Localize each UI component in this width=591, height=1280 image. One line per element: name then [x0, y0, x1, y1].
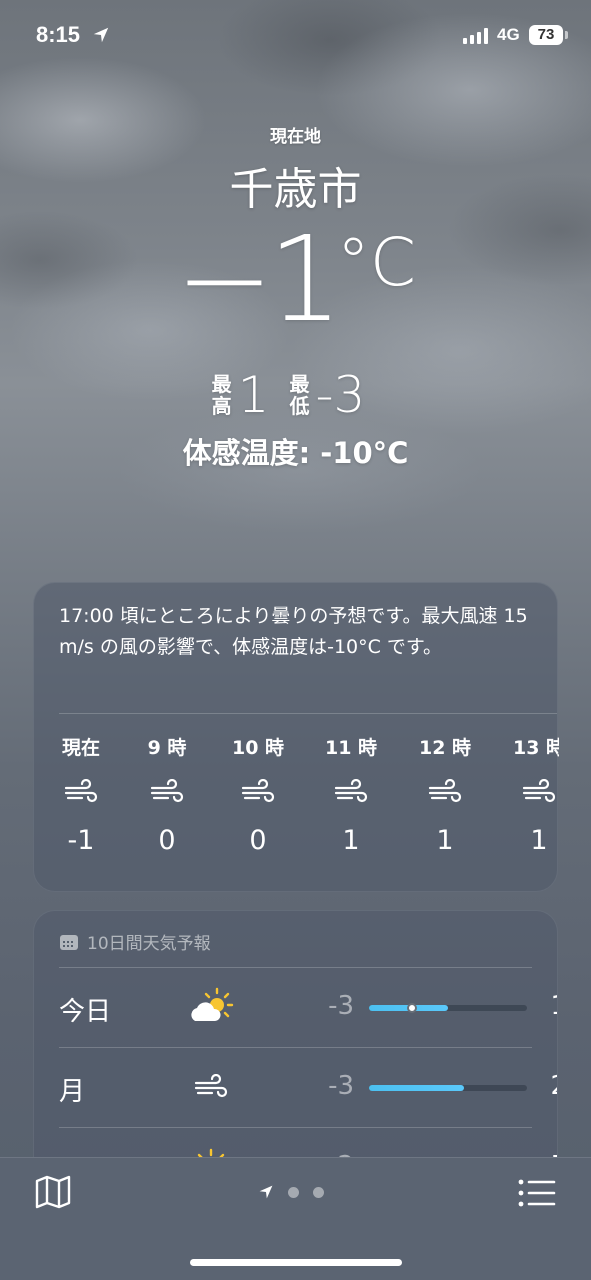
battery-icon: 73: [529, 25, 563, 45]
divider: [59, 967, 532, 968]
divider: [59, 1127, 532, 1128]
location-header: 現在地 千歳市: [0, 122, 591, 217]
hour-label: 10 時: [231, 737, 285, 759]
city-name: 千歳市: [229, 164, 362, 215]
wind-icon: [213, 767, 303, 817]
wind-icon: [494, 767, 559, 817]
feels-like: 体感温度: -10°C: [182, 436, 409, 470]
high-value: 1: [237, 366, 270, 424]
hour-label: 13 時: [512, 737, 559, 759]
day-row[interactable]: 月 -3 2: [59, 1049, 557, 1127]
ten-day-title-text: 10日間天気予報: [87, 934, 211, 954]
location-arrow-icon: [259, 1185, 273, 1199]
wind-icon: [400, 767, 490, 817]
hour-temp: 0: [158, 825, 176, 856]
current-temp-dot: [406, 1003, 417, 1013]
home-indicator: [190, 1259, 402, 1266]
ten-day-title: 10日間天気予報: [59, 929, 211, 954]
hourly-forecast-card[interactable]: 17:00 頃にところにより曇りの予想です。最大風速 15 m/s の風の影響で…: [33, 582, 559, 892]
day-row[interactable]: 今日 -3 1: [59, 969, 557, 1047]
wind-icon: [306, 767, 396, 817]
hour-item: 10 時 0: [213, 733, 303, 856]
hour-item: 11 時 1: [306, 733, 396, 856]
forecast-summary: 17:00 頃にところにより曇りの予想です。最大風速 15 m/s の風の影響で…: [59, 605, 528, 658]
hour-label: 9 時: [147, 737, 187, 759]
high-low: 最高 1 最低 -3: [0, 366, 591, 424]
day-low: -3: [328, 991, 354, 1021]
hour-label: 現在: [61, 737, 100, 759]
location-arrow-icon: [93, 27, 109, 43]
current-location-label: 現在地: [270, 127, 321, 147]
hour-temp: 1: [436, 825, 454, 856]
hourly-list[interactable]: 現在 -1 9 時 0 10 時 0 11 時 1 12 時 1 13 時 1: [34, 733, 559, 873]
hour-temp: 1: [342, 825, 360, 856]
temp-range-bar: [369, 1003, 527, 1013]
hour-item: 13 時 1: [494, 733, 559, 856]
hour-item: 12 時 1: [400, 733, 490, 856]
high-label: 最高: [211, 372, 232, 418]
list-icon[interactable]: [518, 1178, 556, 1208]
wind-icon: [122, 767, 212, 817]
temperature-value: −1: [174, 210, 343, 348]
current-temperature: −1°C: [0, 210, 591, 348]
status-bar: 8:15 4G 73: [0, 0, 591, 70]
temperature-unit: °C: [336, 224, 417, 301]
page-dot: [288, 1186, 299, 1198]
status-time: 8:15: [36, 22, 81, 47]
hour-temp: 0: [249, 825, 267, 856]
day-high: 1: [537, 991, 557, 1021]
network-type: 4G: [497, 25, 520, 44]
hour-label: 12 時: [418, 737, 472, 759]
ten-day-forecast-card[interactable]: 10日間天気予報 今日 -3 1 月 -3 2 火: [33, 910, 558, 1180]
partly-cloudy-sun-icon: [187, 987, 235, 1027]
page-indicator[interactable]: [258, 1184, 324, 1200]
day-low: -3: [328, 1071, 354, 1101]
calendar-icon: [60, 934, 78, 950]
battery-tip: [565, 31, 568, 39]
page-dot: [313, 1186, 324, 1198]
low-label: 最低: [289, 372, 310, 418]
wind-icon: [36, 767, 126, 817]
divider: [59, 713, 557, 714]
hour-item: 現在 -1: [36, 733, 126, 856]
day-name: 今日: [59, 997, 112, 1027]
low-value: -3: [315, 366, 366, 424]
temp-range-bar: [369, 1085, 527, 1091]
cellular-signal-icon: [463, 28, 488, 44]
hour-temp: -1: [67, 825, 95, 856]
map-icon[interactable]: [34, 1174, 72, 1210]
wind-icon: [187, 1067, 235, 1107]
divider: [59, 1047, 532, 1048]
hour-label: 11 時: [324, 737, 378, 759]
day-high: 2: [537, 1071, 557, 1101]
day-name: 月: [59, 1077, 86, 1107]
hour-temp: 1: [530, 825, 548, 856]
temp-range-fill: [369, 1085, 464, 1091]
hour-item: 9 時 0: [122, 733, 212, 856]
